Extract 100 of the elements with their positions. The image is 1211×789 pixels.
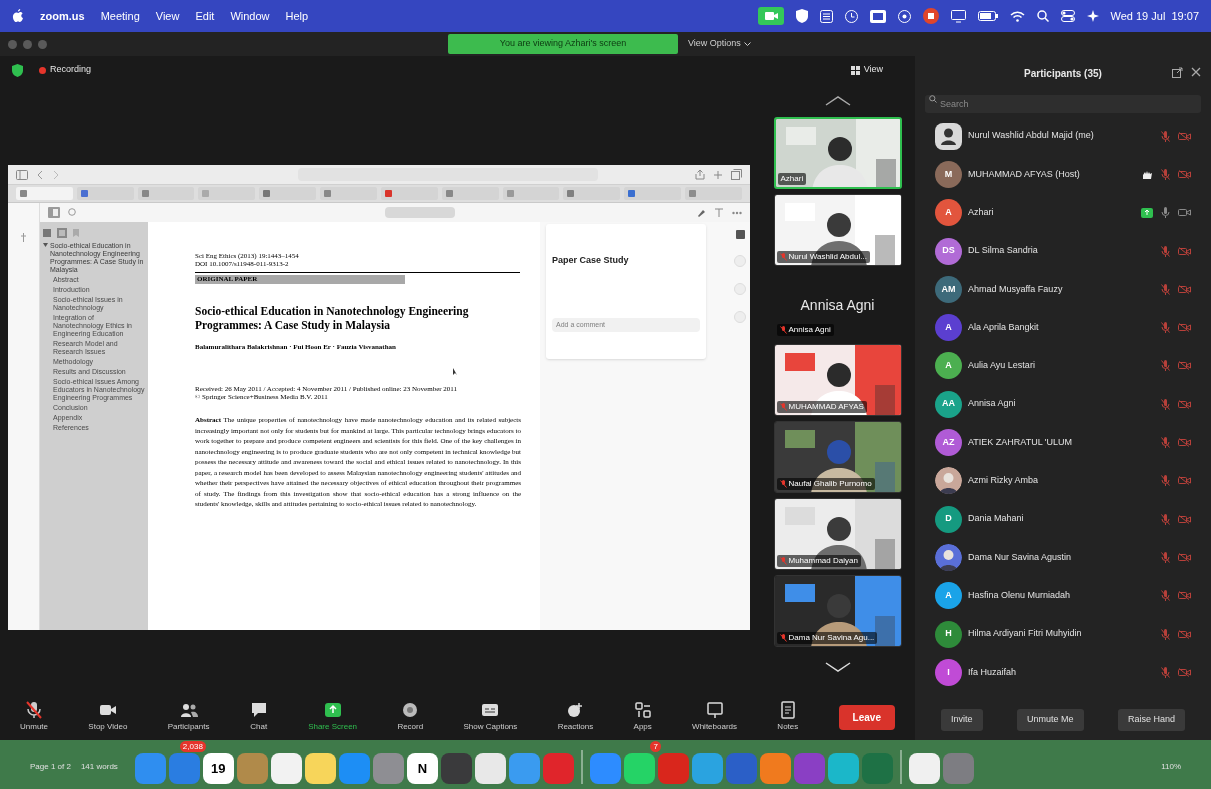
app-icon[interactable] <box>759 753 791 784</box>
browser-tab[interactable] <box>16 187 73 200</box>
video-tile[interactable]: Nurul Washlid Abdul... <box>773 194 902 266</box>
muted-mic-icon[interactable] <box>1161 551 1170 563</box>
toolbar-button[interactable]: Apps <box>633 701 652 733</box>
sparkle-icon[interactable] <box>1086 10 1099 22</box>
muted-mic-icon[interactable] <box>1161 437 1170 448</box>
highlighter-icon[interactable] <box>696 207 706 218</box>
menu-item[interactable]: Window <box>230 7 270 25</box>
menu-item[interactable]: View <box>155 7 180 25</box>
scroll-up-icon[interactable] <box>824 96 851 106</box>
expand-caret-icon[interactable] <box>43 243 48 248</box>
browser-tab[interactable] <box>624 187 682 200</box>
video-off-icon[interactable] <box>1178 514 1191 524</box>
muted-mic-icon[interactable] <box>1161 475 1170 487</box>
pop-out-icon[interactable] <box>1172 67 1183 78</box>
video-tile[interactable]: MUHAMMAD AFYAS <box>773 344 902 416</box>
sidebar-toggle-icon[interactable] <box>48 207 60 218</box>
toolbar-button[interactable]: Chat <box>249 701 268 733</box>
toolbar-button[interactable]: Unmute <box>20 701 48 733</box>
toolbar-button[interactable]: Record <box>397 701 424 733</box>
muted-mic-icon[interactable] <box>1161 322 1170 334</box>
microphone-icon[interactable] <box>1161 207 1170 219</box>
display-icon[interactable] <box>869 9 886 23</box>
menu-item[interactable]: Meeting <box>100 7 140 25</box>
panel-button[interactable]: Invite <box>941 709 983 731</box>
browser-tab[interactable] <box>137 187 195 200</box>
leave-button[interactable]: Leave <box>838 704 895 730</box>
participant-row[interactable]: AM Ahmad Musyaffa Fauzy <box>935 270 1191 309</box>
toolbar-button[interactable]: Whiteboards <box>692 701 738 733</box>
record-icon[interactable] <box>922 8 939 24</box>
app-icon[interactable]: 19 <box>202 753 234 784</box>
participant-row[interactable]: Azmi Rizky Amba <box>935 461 1191 500</box>
muted-mic-icon[interactable] <box>1161 245 1170 257</box>
browser-tab[interactable] <box>563 187 621 200</box>
view-button[interactable]: View <box>850 63 883 77</box>
video-off-icon[interactable] <box>1178 629 1191 639</box>
video-off-icon[interactable] <box>1178 323 1191 333</box>
sidebar-icon[interactable] <box>16 169 28 180</box>
participant-row[interactable]: DS DL Silma Sandria <box>935 231 1191 271</box>
muted-mic-icon[interactable] <box>1161 398 1170 410</box>
video-off-icon[interactable] <box>1178 246 1191 256</box>
control-center-icon[interactable] <box>1060 10 1075 22</box>
participant-row[interactable]: AA Annisa Agni <box>935 385 1191 424</box>
participant-row[interactable]: A Hasfina Olenu Murniadah <box>935 576 1191 615</box>
participant-row[interactable]: A Ala Aprila Bangkit <box>935 308 1191 347</box>
muted-mic-icon[interactable] <box>1161 513 1170 525</box>
browser-tab[interactable] <box>320 187 377 200</box>
toolbar-button[interactable]: Participants <box>167 701 210 733</box>
video-tile[interactable]: Azhari <box>773 117 902 189</box>
clock-icon[interactable] <box>844 9 858 23</box>
browser-tab[interactable] <box>76 187 134 200</box>
video-off-icon[interactable] <box>1178 476 1191 486</box>
participant-row[interactable]: Dama Nur Savina Agustin <box>935 538 1191 577</box>
participant-row[interactable]: A Azhari <box>935 193 1191 232</box>
video-tile[interactable]: Naufal Ghalib Purnomo <box>773 421 902 493</box>
view-options-button[interactable]: View Options <box>684 37 755 51</box>
video-off-icon[interactable] <box>1178 667 1191 677</box>
video-off-icon[interactable] <box>1178 361 1191 371</box>
search-field[interactable]: Search <box>925 95 1201 113</box>
app-menu[interactable]: zoom.us <box>40 7 85 25</box>
app-icon[interactable]: N <box>406 753 438 784</box>
browser-tab[interactable] <box>259 187 317 200</box>
browser-tab[interactable] <box>380 187 438 200</box>
muted-mic-icon[interactable] <box>1161 130 1170 142</box>
participant-row[interactable]: AZ ATIEK ZAHRATUL 'ULUM <box>935 423 1191 462</box>
target-icon[interactable] <box>897 9 911 23</box>
muted-mic-icon[interactable] <box>1161 590 1170 602</box>
back-icon[interactable] <box>36 169 44 180</box>
scroll-down-icon[interactable] <box>824 662 851 672</box>
toolbar-button[interactable]: Show Captions <box>463 701 518 733</box>
menu-item[interactable]: Help <box>285 7 309 25</box>
browser-tab[interactable] <box>685 187 742 200</box>
search-icon[interactable] <box>1036 10 1049 22</box>
share-icon[interactable] <box>695 169 705 180</box>
apple-logo-icon[interactable] <box>12 9 24 23</box>
app-icon[interactable] <box>440 753 472 784</box>
video-off-icon[interactable] <box>1178 399 1191 409</box>
app-icon[interactable] <box>908 753 940 784</box>
app-icon[interactable] <box>270 753 302 784</box>
thumbnails-icon[interactable] <box>43 229 51 237</box>
muted-mic-icon[interactable] <box>1161 666 1170 678</box>
video-tile[interactable]: Muhammad Daiyan <box>773 498 902 570</box>
toolbar-button[interactable]: Share Screen <box>308 701 358 733</box>
shield-icon[interactable] <box>795 9 808 23</box>
participant-row[interactable]: M MUHAMMAD AFYAS (Host) <box>935 155 1191 194</box>
participant-row[interactable]: D Dania Mahani <box>935 499 1191 539</box>
app-icon[interactable] <box>474 753 506 784</box>
video-off-icon[interactable] <box>1178 284 1191 294</box>
participant-row[interactable]: I Ifa Huzaifah <box>935 653 1191 692</box>
video-off-icon[interactable] <box>1178 591 1191 601</box>
video-camera-icon[interactable] <box>1178 208 1191 218</box>
toolbar-button[interactable]: Stop Video <box>88 701 128 733</box>
muted-mic-icon[interactable] <box>1161 628 1170 640</box>
close-icon[interactable] <box>1191 67 1201 77</box>
more-icon[interactable] <box>732 210 742 215</box>
text-icon[interactable] <box>714 207 724 218</box>
screen-icon[interactable] <box>950 9 966 23</box>
browser-tab[interactable] <box>198 187 256 200</box>
tabs-icon[interactable] <box>731 169 742 180</box>
